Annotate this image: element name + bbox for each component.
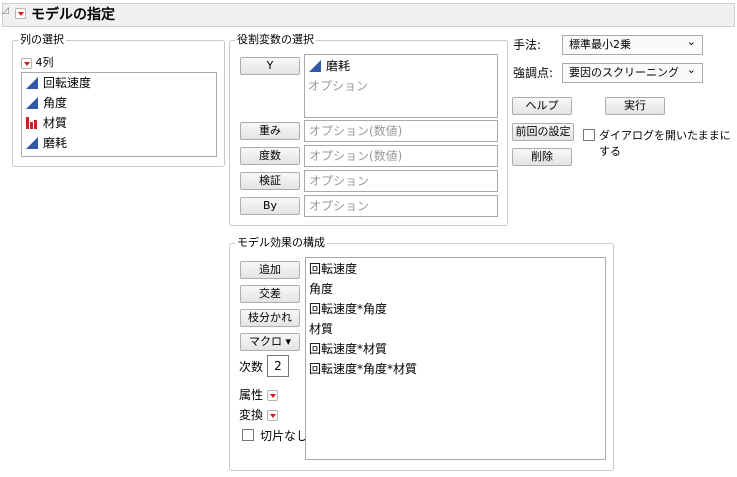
emphasis-select[interactable]: 要因のスクリーニング: [562, 61, 703, 83]
method-label: 手法:: [513, 38, 542, 52]
continuous-icon: [309, 59, 321, 72]
run-button[interactable]: 実行: [605, 97, 665, 115]
column-label: 材質: [43, 116, 68, 130]
help-button[interactable]: ヘルプ: [512, 97, 572, 115]
weight-role-button[interactable]: 重み: [240, 122, 300, 140]
no-intercept-label: 切片なし: [260, 429, 309, 443]
keep-open-label: ダイアログを開いたままにする: [599, 129, 731, 158]
freq-role-field[interactable]: オプション(数値): [304, 145, 498, 167]
no-intercept-checkbox[interactable]: [242, 429, 254, 441]
list-item[interactable]: 回転速度: [306, 259, 605, 279]
nominal-icon: [26, 116, 38, 129]
transform-label: 変換: [239, 408, 264, 422]
weight-role-field[interactable]: オプション(数値): [304, 120, 498, 142]
cross-button[interactable]: 交差: [240, 285, 300, 303]
keep-open-checkbox[interactable]: [583, 129, 595, 141]
y-role-placeholder: オプション: [308, 79, 369, 93]
emphasis-label: 強調点:: [513, 66, 554, 80]
list-item[interactable]: 回転速度*角度*材質: [306, 359, 605, 379]
model-effects-label: モデル効果の構成: [235, 234, 327, 250]
continuous-icon: [26, 76, 38, 89]
column-label: 角度: [43, 96, 68, 110]
y-role-list[interactable]: 磨耗 オプション: [304, 54, 498, 118]
list-item[interactable]: 回転速度: [22, 73, 216, 93]
recall-button[interactable]: 前回の設定: [512, 123, 574, 141]
column-label: 磨耗: [43, 136, 68, 150]
transform-menu-icon[interactable]: [266, 410, 278, 421]
freq-role-button[interactable]: 度数: [240, 147, 300, 165]
list-item[interactable]: 材質: [306, 319, 605, 339]
column-count[interactable]: 4列: [21, 54, 54, 70]
red-triangle-menu-icon[interactable]: [15, 6, 26, 20]
list-item[interactable]: 磨耗: [22, 133, 216, 153]
role-selection-label: 役割変数の選択: [235, 31, 316, 47]
method-select[interactable]: 標準最小2乗: [562, 33, 703, 55]
column-menu-icon[interactable]: [21, 57, 32, 69]
by-role-button[interactable]: By: [240, 197, 300, 215]
validation-role-button[interactable]: 検証: [240, 172, 300, 190]
list-item[interactable]: 角度: [22, 93, 216, 113]
list-item[interactable]: 材質: [22, 113, 216, 133]
add-button[interactable]: 追加: [240, 261, 300, 279]
continuous-icon: [26, 96, 38, 109]
attributes-menu-icon[interactable]: [266, 390, 278, 401]
column-label: 回転速度: [43, 76, 92, 90]
column-selection-label: 列の選択: [18, 31, 66, 47]
collapse-triangle-icon[interactable]: ◿: [2, 6, 12, 16]
y-role-button[interactable]: Y: [240, 57, 300, 75]
y-role-value: 磨耗: [326, 59, 351, 73]
continuous-icon: [26, 136, 38, 149]
list-item[interactable]: 回転速度*角度: [306, 299, 605, 319]
transform-row[interactable]: 変換: [239, 406, 278, 423]
emphasis-select-value: 要因のスクリーニング: [569, 66, 679, 79]
remove-button[interactable]: 削除: [512, 148, 572, 166]
macro-button[interactable]: マクロ ▾: [240, 333, 300, 351]
attributes-label: 属性: [239, 388, 264, 402]
validation-role-field[interactable]: オプション: [304, 170, 498, 192]
degree-label: 次数: [239, 360, 264, 374]
list-item[interactable]: 磨耗: [305, 56, 497, 76]
column-count-label: 4列: [35, 56, 54, 69]
attributes-row[interactable]: 属性: [239, 386, 278, 403]
column-list[interactable]: 回転速度 角度 材質 磨耗: [21, 72, 217, 157]
degree-input[interactable]: 2: [267, 355, 289, 377]
dialog-title: モデルの指定: [31, 7, 115, 23]
model-effects-list[interactable]: 回転速度 角度 回転速度*角度 材質 回転速度*材質 回転速度*角度*材質: [305, 257, 606, 460]
by-role-field[interactable]: オプション: [304, 195, 498, 217]
method-select-value: 標準最小2乗: [569, 38, 631, 51]
list-item[interactable]: 角度: [306, 279, 605, 299]
list-item[interactable]: 回転速度*材質: [306, 339, 605, 359]
nest-button[interactable]: 枝分かれ: [240, 309, 300, 327]
